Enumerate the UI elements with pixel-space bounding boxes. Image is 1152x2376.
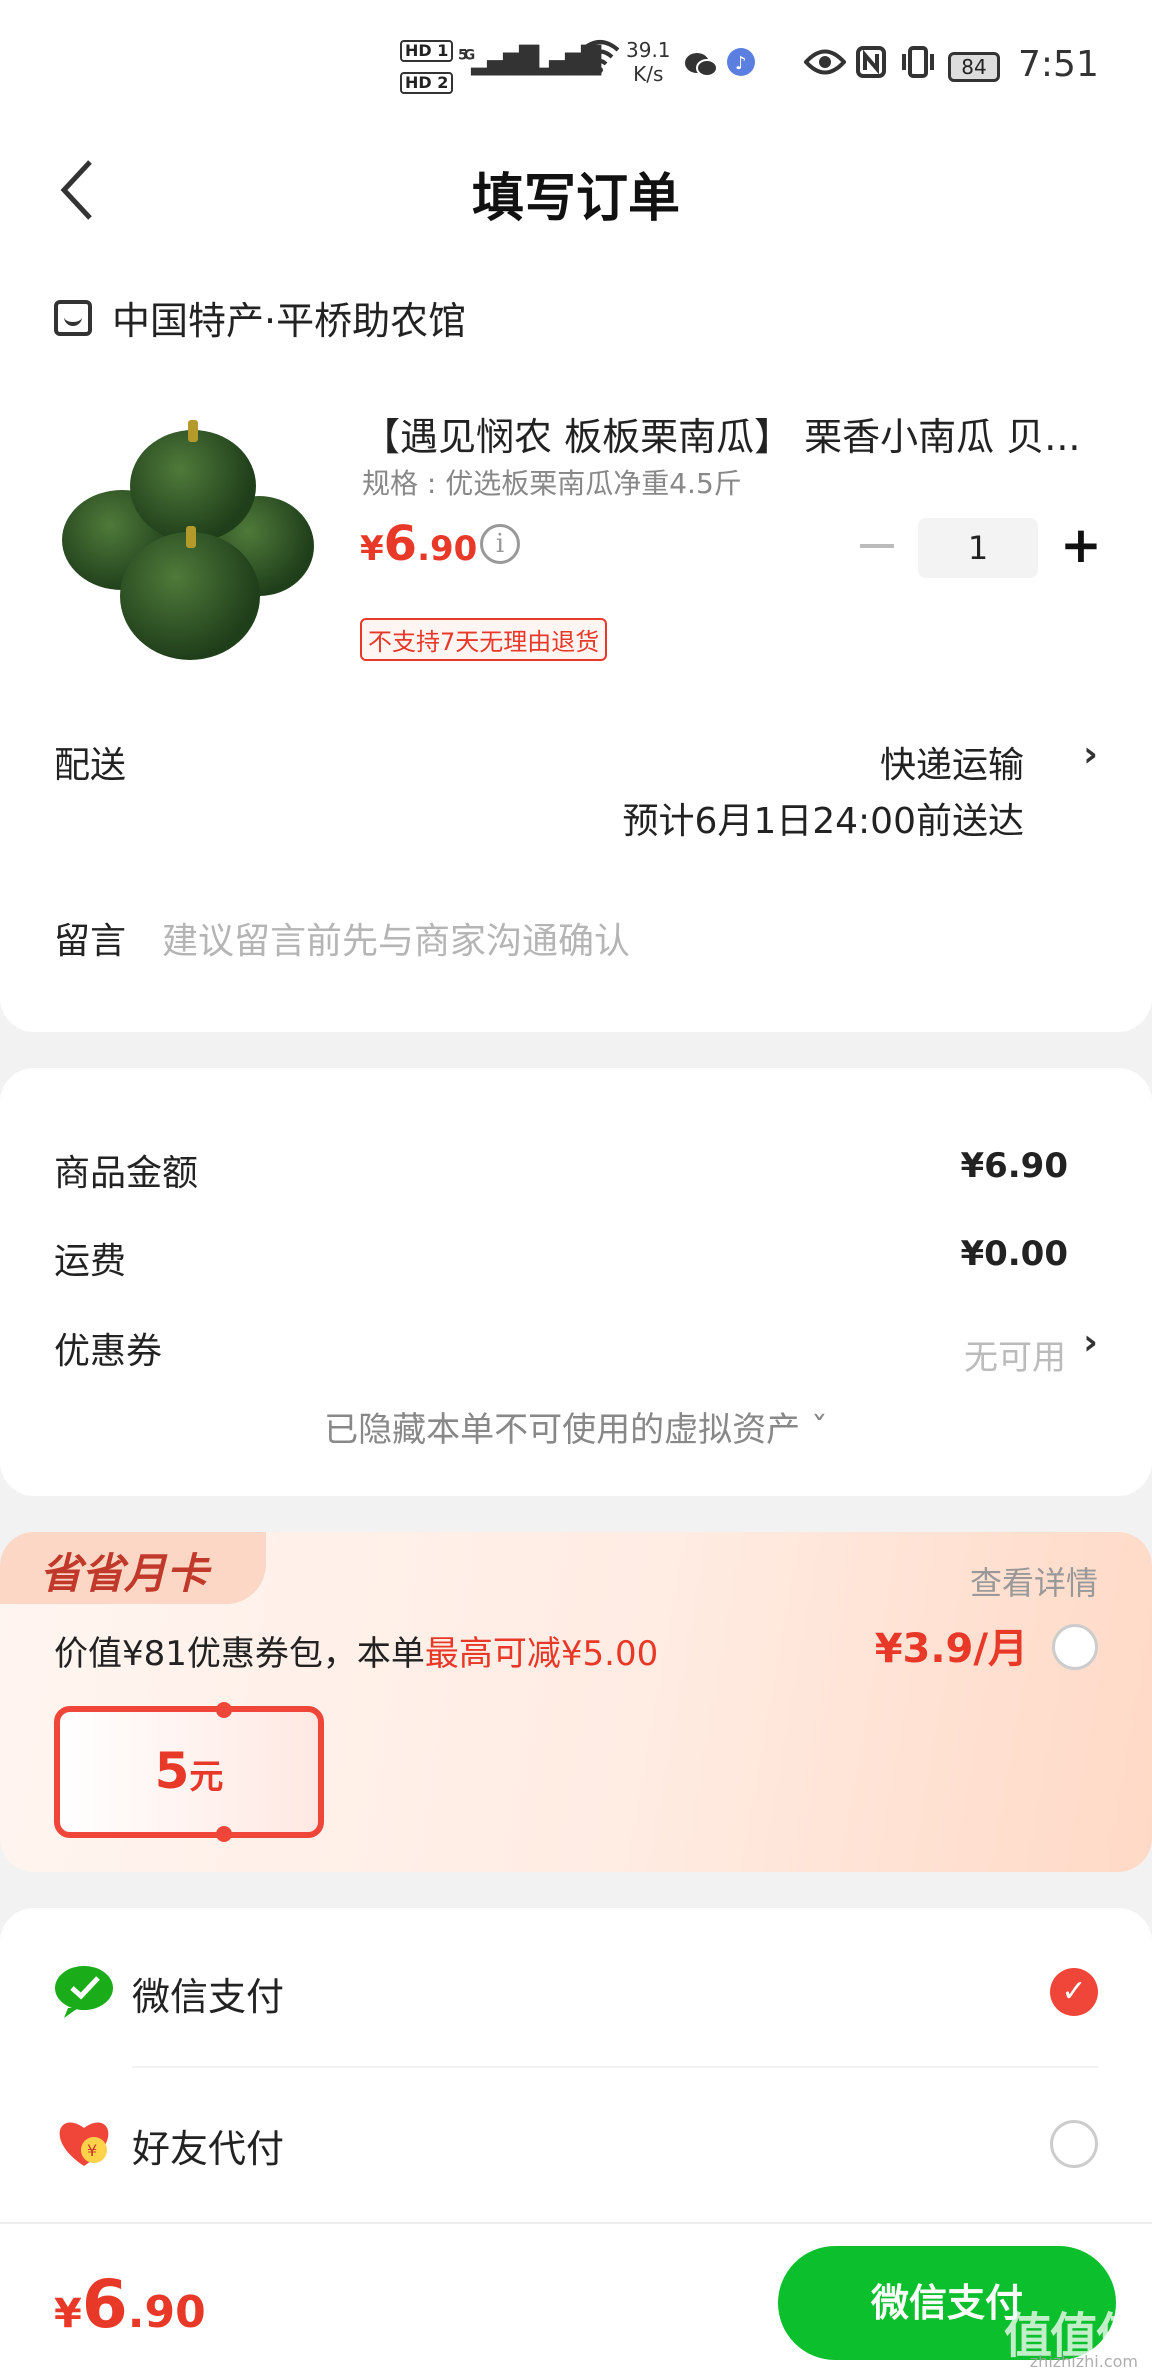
delivery-method[interactable]: 快递运输: [880, 736, 1024, 788]
friend-pay-icon: ¥: [54, 2116, 114, 2170]
net-speed: 39.1 K/s: [626, 38, 671, 86]
payment-radio-unselected[interactable]: [1050, 2120, 1098, 2168]
product-image[interactable]: [54, 410, 318, 674]
payment-label: 微信支付: [132, 1975, 285, 2019]
payment-option-friend[interactable]: ¥ 好友代付: [0, 2080, 1152, 2210]
nfc-icon: [856, 46, 886, 87]
shop-name[interactable]: 中国特产·平桥助农馆: [112, 290, 466, 345]
hd2-indicator: HD 2: [400, 72, 454, 94]
chevron-right-icon[interactable]: ›: [1083, 734, 1098, 775]
memo-label: 留言: [54, 921, 127, 962]
product-spec: 规格 : 优选板栗南瓜净重4.5斤: [362, 467, 742, 500]
ticket-notch: [216, 1826, 232, 1842]
pumpkin-stem: [186, 526, 196, 548]
page-title: 填写订单: [471, 169, 680, 229]
info-icon[interactable]: i: [480, 524, 520, 564]
music-app-icon: ♪: [726, 46, 756, 86]
eye-comfort-icon: [803, 46, 847, 86]
payment-option-wechat[interactable]: 微信支付 ✓: [0, 1928, 1152, 2058]
ticket-amount: 5元: [154, 1742, 224, 1800]
quantity-increase-button[interactable]: +: [1060, 510, 1102, 580]
payment-radio-selected[interactable]: ✓: [1050, 1968, 1098, 2016]
quantity-decrease-button[interactable]: [860, 544, 894, 548]
status-time: 7:51: [1018, 44, 1099, 85]
pumpkin-stem: [188, 420, 198, 442]
monthly-card-radio[interactable]: [1052, 1624, 1098, 1670]
pumpkin-shape: [120, 532, 260, 660]
nav-bar: 填写订单: [0, 130, 1152, 250]
goods-amount-label: 商品金额: [54, 1153, 199, 1194]
hd1-indicator: HD 1: [400, 40, 454, 62]
coupon-ticket: 5元: [54, 1702, 324, 1842]
coupon-value[interactable]: 无可用: [964, 1330, 1066, 1379]
store-icon: [54, 300, 92, 336]
memo-input[interactable]: 建议留言前先与商家沟通确认: [162, 912, 630, 964]
product-price: ¥6.90: [360, 516, 478, 572]
coupon-label: 优惠券: [54, 1331, 163, 1372]
wechat-pay-icon: [54, 1964, 114, 2018]
no-return-tag: 不支持7天无理由退货: [360, 618, 608, 661]
hidden-assets-toggle[interactable]: 已隐藏本单不可使用的虚拟资产 ˇ: [0, 1402, 1152, 1451]
total-price: ¥6.90: [54, 2266, 206, 2343]
shipping-fee-label: 运费: [54, 1241, 127, 1282]
wechat-notification-icon: [684, 48, 718, 88]
monthly-card-promo: 省省月卡 查看详情 价值¥81优惠券包，本单最高可减¥5.00 ¥3.9/月 5…: [0, 1532, 1152, 1872]
delivery-label: 配送: [54, 745, 127, 786]
delivery-eta: 预计6月1日24:00前送达: [622, 801, 1024, 842]
product-title[interactable]: 【遇见悯农 板板栗南瓜】 栗香小南瓜 贝...: [362, 406, 1102, 461]
ticket-notch: [216, 1702, 232, 1718]
monthly-card-badge: 省省月卡: [0, 1532, 266, 1604]
wifi-icon: [580, 38, 620, 83]
divider: [132, 2066, 1098, 2068]
svg-text:¥: ¥: [87, 2141, 97, 2160]
watermark-url: zhizhizhi.com: [1029, 2352, 1138, 2371]
battery-icon: 84: [948, 52, 1000, 82]
svg-text:♪: ♪: [735, 53, 747, 74]
quantity-input[interactable]: 1: [918, 518, 1038, 578]
shipping-fee-value: ¥0.00: [960, 1234, 1068, 1274]
vibrate-icon: [900, 46, 936, 87]
view-details-link[interactable]: 查看详情: [970, 1558, 1098, 1604]
chevron-right-icon[interactable]: ›: [1083, 1322, 1098, 1363]
payment-label: 好友代付: [132, 2127, 285, 2171]
goods-amount-value: ¥6.90: [960, 1146, 1068, 1186]
monthly-card-description: 价值¥81优惠券包，本单最高可减¥5.00: [54, 1634, 659, 1674]
status-bar: HD 1 HD 2 5G▂▄▆█ 4G▂▄▆█ 39.1 K/s ♪ 84 7:5…: [0, 0, 1152, 130]
order-item-card: 中国特产·平桥助农馆 【遇见悯农 板板栗南瓜】 栗香小南瓜 贝... 规格 : …: [0, 240, 1152, 1032]
monthly-card-price: ¥3.9/月: [874, 1626, 1028, 1672]
amount-summary-card: 商品金额 ¥6.90 运费 ¥0.00 优惠券 无可用 › 已隐藏本单不可使用的…: [0, 1068, 1152, 1496]
bottom-bar: ¥6.90 微信支付 值值值 zhizhizhi.com: [0, 2222, 1152, 2376]
